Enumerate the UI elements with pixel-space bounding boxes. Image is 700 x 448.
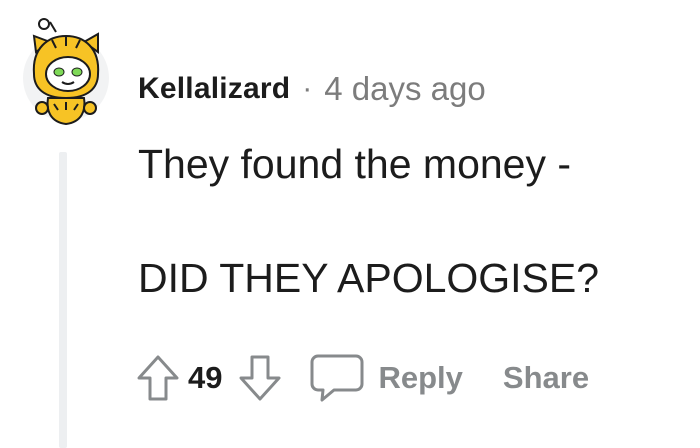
comment-body-line: They found the money - [138, 141, 572, 187]
comment-meta: Kellalizard · 4 days ago [138, 66, 486, 112]
comment-timestamp[interactable]: 4 days ago [324, 70, 485, 108]
speech-bubble-icon [310, 354, 364, 402]
meta-separator: · [302, 72, 313, 105]
share-button[interactable]: Share [503, 360, 589, 396]
comment-actions: 49 Reply Share [130, 346, 589, 410]
reply-label: Reply [378, 360, 463, 395]
author-name[interactable]: Kellalizard [138, 72, 290, 106]
comment-body-line: DID THEY APOLOGISE? [138, 255, 600, 301]
vote-score: 49 [188, 360, 223, 395]
upvote-button[interactable] [130, 348, 186, 408]
downvote-button[interactable] [232, 348, 288, 408]
reply-button[interactable]: Reply [308, 352, 463, 404]
thread-line[interactable] [59, 152, 67, 448]
user-avatar[interactable] [22, 18, 110, 130]
arrow-down-outline-icon [239, 355, 281, 401]
arrow-up-outline-icon [137, 355, 179, 401]
comment: Kellalizard · 4 days ago They found the … [0, 0, 700, 448]
